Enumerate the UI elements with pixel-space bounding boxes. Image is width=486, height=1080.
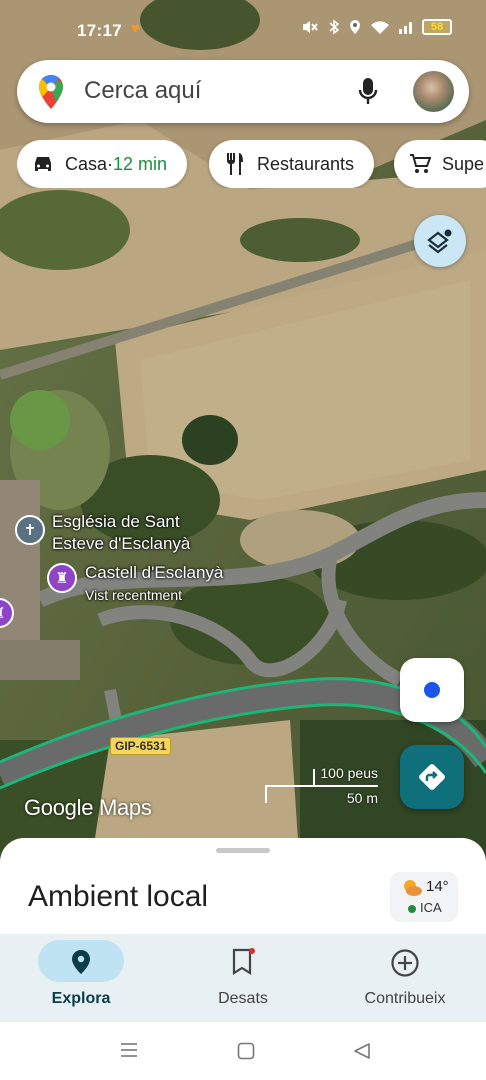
poi-church-line1: Església de Sant	[52, 512, 180, 531]
system-navigation-bar	[0, 1022, 486, 1080]
poi-church-line2: Esteve d'Esclanyà	[52, 534, 191, 553]
add-circle-icon	[391, 949, 419, 977]
search-placeholder[interactable]: Cerca aquí	[84, 77, 201, 105]
poi-castle-label[interactable]: Castell d'Esclanyà Vist recentment	[85, 562, 223, 606]
bluetooth-icon	[329, 19, 340, 35]
nav-explore-label: Explora	[51, 990, 111, 1007]
status-time: 17:17	[77, 21, 122, 40]
google-maps-watermark: Google Maps	[24, 795, 152, 820]
layers-icon	[427, 229, 452, 254]
nav-contribute-label: Contribueix	[364, 990, 446, 1007]
chip-restaurants[interactable]: Restaurants	[209, 140, 375, 188]
castle-pin-icon[interactable]: ♜	[47, 563, 77, 593]
nav-contribute[interactable]: Contribueix	[324, 934, 486, 1022]
weather-temp: 14°	[426, 878, 449, 895]
scale-line	[265, 785, 378, 787]
search-bar[interactable]: Cerca aquí	[17, 60, 469, 123]
microphone-icon[interactable]	[357, 76, 379, 106]
chip-home-label: Casa	[65, 153, 108, 174]
chip-supermarkets[interactable]: Supe	[394, 140, 486, 188]
layers-button[interactable]	[414, 215, 466, 267]
poi-castle-name: Castell d'Esclanyà	[85, 563, 224, 582]
chip-home[interactable]: Casa · 12 min	[17, 140, 188, 188]
bookmark-icon	[232, 948, 255, 975]
google-maps-logo-icon	[39, 75, 63, 109]
satellite-map[interactable]	[0, 0, 486, 870]
signal-icon	[399, 22, 412, 34]
weather-aqi: ICA	[420, 900, 442, 915]
church-pin-icon[interactable]: ✝	[15, 515, 45, 545]
chip-restaurants-label: Restaurants	[257, 153, 355, 174]
weather-card[interactable]: 14° ICA	[390, 872, 458, 922]
nav-saved[interactable]: Desats	[162, 934, 324, 1022]
status-bar: 17:17 ♥ 58	[0, 0, 486, 58]
menu-icon[interactable]	[120, 1042, 138, 1058]
quick-chips: Casa · 12 min Restaurants Supe	[17, 140, 486, 188]
my-location-button[interactable]	[400, 658, 464, 722]
nav-explore[interactable]: Explora	[0, 934, 162, 1022]
status-icons: 58	[301, 19, 452, 35]
bottom-navigation: Explora Desats Contribueix	[0, 934, 486, 1022]
battery-indicator: 58	[422, 19, 452, 35]
aqi-dot-icon	[408, 905, 416, 913]
scale-feet: 100 peus	[320, 765, 378, 781]
location-status-icon	[350, 20, 360, 34]
poi-castle-sub: Vist recentment	[85, 587, 183, 603]
map-scale: 100 peus 50 m	[265, 765, 380, 809]
scale-meters: 50 m	[346, 790, 378, 806]
nav-saved-label: Desats	[218, 990, 268, 1007]
car-icon	[31, 152, 55, 176]
weather-partly-cloudy-icon	[404, 880, 422, 896]
location-dot-icon	[424, 682, 440, 698]
directions-button[interactable]	[400, 745, 464, 809]
directions-icon	[419, 764, 445, 790]
mute-icon	[303, 21, 318, 33]
bottom-sheet[interactable]: Ambient local 14° ICA	[0, 838, 486, 938]
restaurant-icon	[223, 152, 247, 176]
notification-icon: ♥	[131, 20, 140, 37]
cart-icon	[408, 152, 432, 176]
chip-home-eta: 12 min	[113, 153, 168, 174]
explore-pin-icon	[72, 950, 90, 974]
scale-tick-left	[265, 785, 267, 803]
sheet-title: Ambient local	[28, 880, 209, 913]
scale-tick-mid	[313, 769, 315, 787]
wifi-icon	[371, 20, 389, 34]
profile-avatar[interactable]	[413, 71, 454, 112]
chip-supermarkets-label: Supe	[442, 153, 485, 174]
road-label: GIP-6531	[110, 737, 172, 755]
sheet-drag-handle[interactable]	[216, 848, 270, 853]
home-icon[interactable]	[237, 1042, 255, 1060]
poi-church-label[interactable]: Església de Sant Esteve d'Esclanyà	[52, 511, 190, 555]
back-icon[interactable]	[353, 1042, 371, 1060]
